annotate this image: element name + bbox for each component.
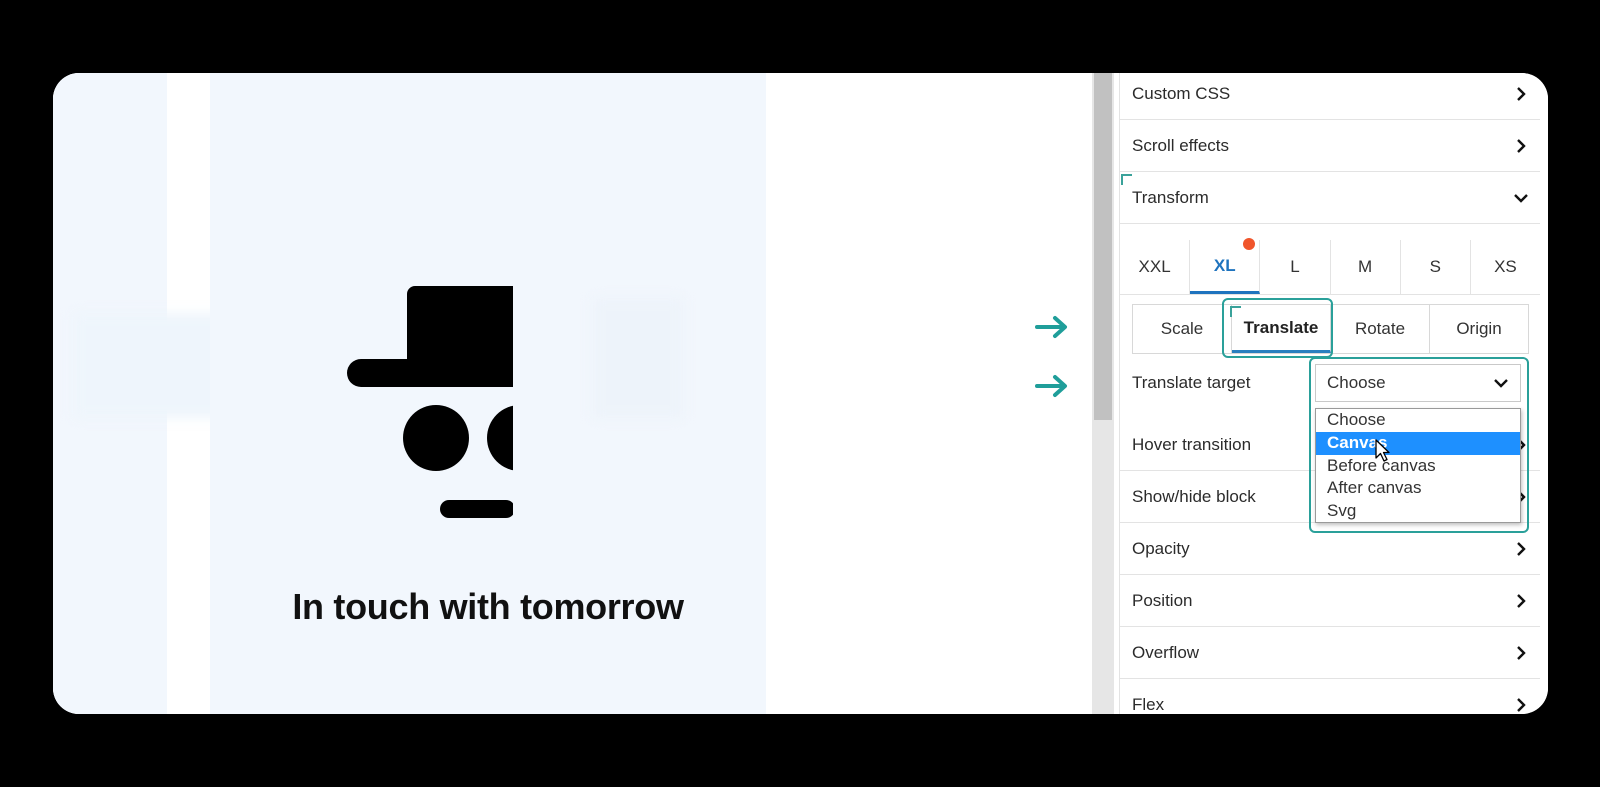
arrow-right-icon [1035,375,1067,397]
focus-corner-mark [1230,306,1241,317]
preview-tagline: In touch with tomorrow [292,586,684,627]
modified-indicator-dot [1243,238,1256,250]
canvas-preview: In touch with tomorrow [53,73,1092,714]
section-label: Scroll effects [1132,135,1230,155]
mouse-pointer-icon [1375,439,1390,462]
tab-breakpoint-l[interactable]: L [1260,240,1331,294]
scrollbar-thumb[interactable] [1094,73,1112,420]
chevron-right-icon [1517,645,1526,660]
translate-target-label: Translate target [1132,373,1251,392]
tab-breakpoint-s[interactable]: S [1401,240,1471,294]
section-label: Overflow [1132,642,1200,662]
section-label: Show/hide block [1132,486,1256,506]
tab-origin[interactable]: Origin [1430,305,1528,353]
tab-scale[interactable]: Scale [1133,305,1232,353]
section-label: Opacity [1132,538,1190,558]
section-position[interactable]: Position [1120,575,1540,627]
section-overflow[interactable]: Overflow [1120,627,1540,679]
settings-panel: Custom CSS Scroll effects Transform XXL … [1119,73,1548,714]
section-label: Transform [1132,187,1209,207]
section-scroll-effects[interactable]: Scroll effects [1120,120,1540,172]
tab-breakpoint-xl[interactable]: XL [1190,238,1261,294]
tab-breakpoint-xs[interactable]: XS [1471,240,1540,294]
chevron-right-icon [1517,138,1526,153]
chevron-right-icon [1517,541,1526,556]
section-label: Position [1132,590,1193,610]
tab-rotate[interactable]: Rotate [1331,305,1430,353]
section-custom-css[interactable]: Custom CSS [1120,73,1540,120]
incognito-logo-icon [347,286,513,518]
chevron-right-icon [1517,86,1526,101]
breakpoint-tabs: XXL XL L M S XS [1120,238,1540,295]
focus-corner-mark [1121,174,1132,185]
arrow-right-icon [1035,316,1067,338]
section-label: Flex [1132,694,1165,714]
chevron-right-icon [1517,697,1526,712]
chevron-down-icon [1514,193,1528,203]
tab-breakpoint-m[interactable]: M [1331,240,1401,294]
blurred-element [593,298,683,418]
section-label: Custom CSS [1132,83,1231,103]
app-frame: In touch with tomorrow Custom CSS Scroll… [53,73,1548,714]
section-transform[interactable]: Transform [1120,172,1540,224]
section-flex[interactable]: Flex [1120,679,1540,714]
tab-breakpoint-xxl[interactable]: XXL [1120,240,1191,294]
select-highlight-box [1309,357,1529,533]
chevron-right-icon [1517,593,1526,608]
panel-scrollbar[interactable] [1092,73,1114,714]
tab-label: XL [1213,255,1236,275]
section-label: Hover transition [1132,434,1252,454]
